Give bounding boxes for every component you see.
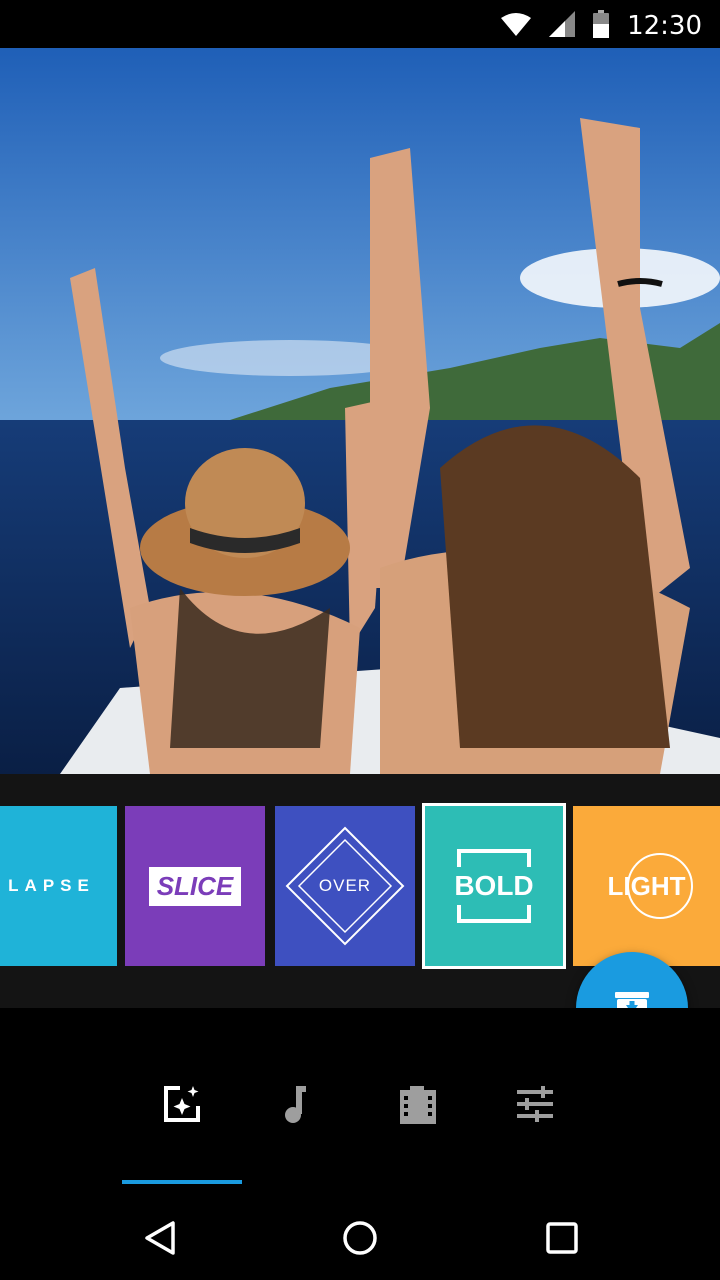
theme-label-slice: SLICE xyxy=(148,866,242,906)
film-clips-icon xyxy=(396,1082,440,1131)
tab-clips[interactable] xyxy=(388,1076,448,1136)
back-icon xyxy=(143,1220,177,1261)
status-bar: 12:30 xyxy=(0,0,720,48)
active-tab-indicator xyxy=(122,1180,242,1184)
video-preview[interactable] xyxy=(0,48,720,774)
theme-label-bold: BOLD xyxy=(454,870,534,901)
tab-styles[interactable] xyxy=(152,1076,212,1136)
sliders-icon xyxy=(515,1084,555,1129)
wifi-icon xyxy=(501,12,532,41)
navigation-bar xyxy=(0,1190,720,1280)
music-note-icon xyxy=(276,1084,316,1129)
theme-tile-light[interactable]: LIGHT xyxy=(573,806,720,966)
magic-style-icon xyxy=(162,1084,202,1129)
home-button[interactable] xyxy=(330,1210,390,1270)
tab-settings[interactable] xyxy=(505,1076,565,1136)
tab-music[interactable] xyxy=(266,1076,326,1136)
editor-toolbar xyxy=(0,1008,720,1190)
back-button[interactable] xyxy=(130,1210,190,1270)
cell-signal-icon xyxy=(549,10,576,42)
clock: 12:30 xyxy=(627,11,702,41)
theme-label-lapse: LAPSE xyxy=(8,876,95,895)
recents-button[interactable] xyxy=(532,1210,592,1270)
theme-tile-lapse[interactable]: LAPSE xyxy=(0,806,117,966)
theme-label-light: LIGHT xyxy=(607,870,686,901)
theme-tile-over[interactable]: OVER xyxy=(275,806,415,966)
theme-tile-slice[interactable]: SLICE xyxy=(125,806,265,966)
battery-icon xyxy=(593,9,610,43)
theme-tile-bold[interactable]: BOLD xyxy=(422,803,566,969)
home-icon xyxy=(342,1220,378,1261)
theme-label-over: OVER xyxy=(318,876,372,895)
recents-icon xyxy=(545,1221,579,1260)
